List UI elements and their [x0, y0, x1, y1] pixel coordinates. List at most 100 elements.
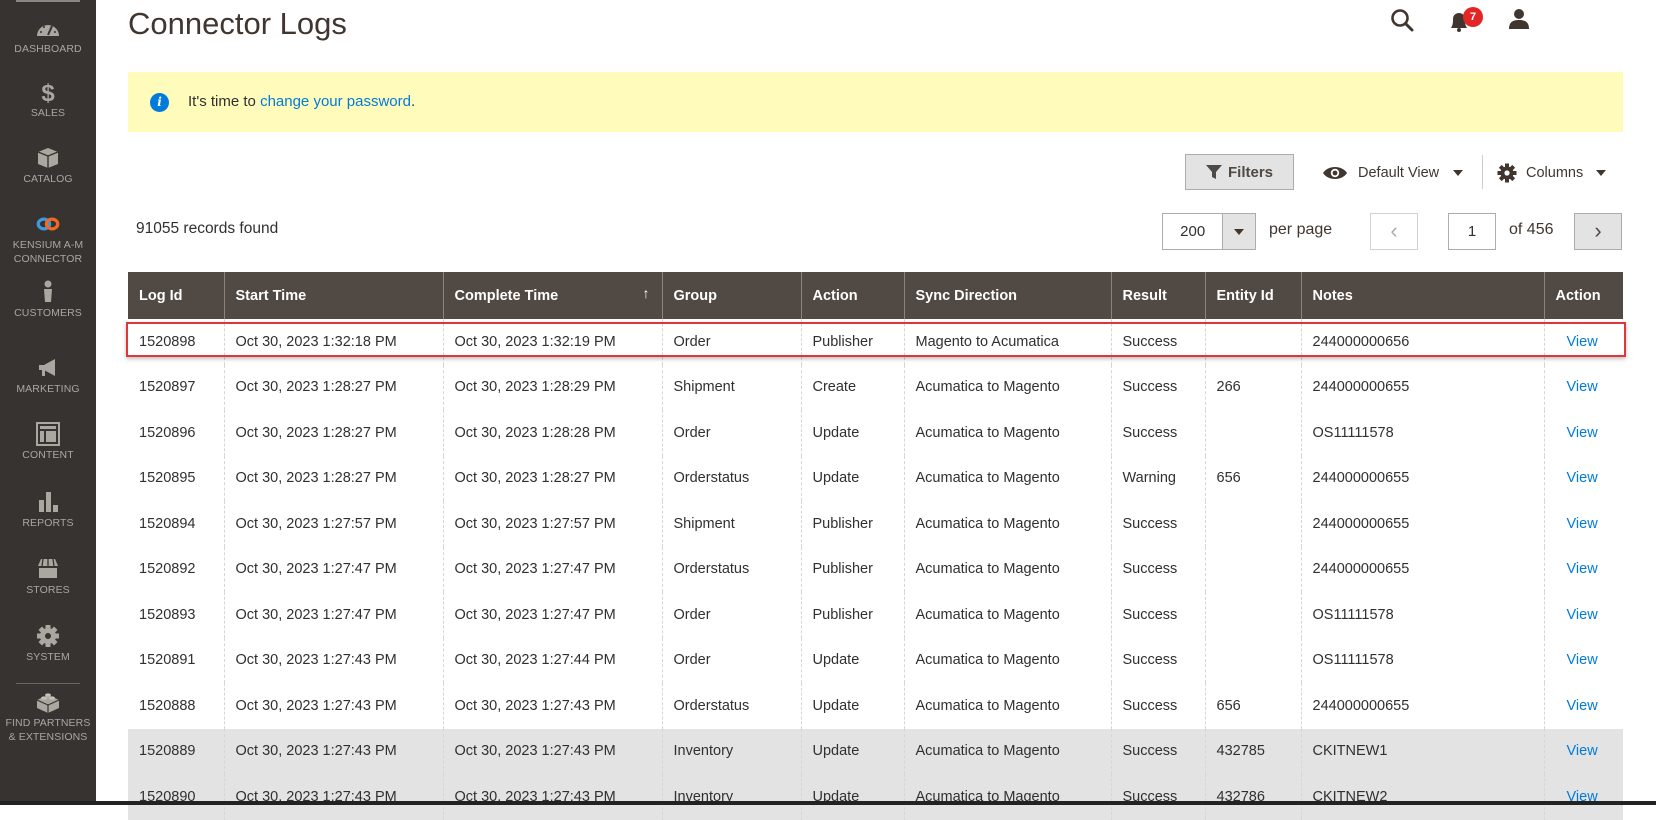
cell-view-link[interactable]: View [1543, 319, 1623, 365]
cell-complete-time: Oct 30, 2023 1:27:43 PM [442, 728, 662, 774]
sidebar-item-catalog[interactable]: CATALOG [0, 146, 96, 186]
cell-view-link[interactable]: View [1543, 637, 1623, 683]
sidebar-divider [16, 683, 80, 684]
table-row[interactable]: 1520897 Oct 30, 2023 1:28:27 PM Oct 30, 20… [128, 364, 1623, 410]
cell-complete-time: Oct 30, 2023 1:28:29 PM [442, 364, 662, 410]
table-row[interactable]: 1520888 Oct 30, 2023 1:27:43 PM Oct 30, 20… [128, 683, 1623, 729]
table-row[interactable]: 1520889 Oct 30, 2023 1:27:43 PM Oct 30, 20… [128, 728, 1623, 774]
sidebar-item-sales[interactable]: $ SALES [0, 80, 96, 120]
dollar-icon: $ [41, 80, 55, 104]
cell-view-link[interactable]: View [1543, 501, 1623, 547]
chevron-down-icon [1453, 170, 1464, 176]
column-header-entity-id[interactable]: Entity Id [1204, 272, 1301, 319]
gear-icon [37, 625, 59, 647]
sidebar-top-divider [16, 0, 80, 2]
cell-result: Success [1110, 364, 1205, 410]
sidebar-item-kensium-connector[interactable]: KENSIUM A-M CONNECTOR [0, 212, 96, 266]
current-page-input[interactable]: 1 [1448, 213, 1496, 250]
records-found-count: 91055 records found [136, 220, 279, 237]
cell-entity-id [1204, 501, 1301, 547]
table-row[interactable]: 1520893 Oct 30, 2023 1:27:47 PM Oct 30, 20… [128, 592, 1623, 638]
sidebar-item-dashboard[interactable]: DASHBOARD [0, 16, 96, 56]
cell-complete-time: Oct 30, 2023 1:27:43 PM [442, 683, 662, 729]
table-row[interactable]: 1520895 Oct 30, 2023 1:28:27 PM Oct 30, 20… [128, 455, 1623, 501]
sidebar-item-reports[interactable]: REPORTS [0, 490, 96, 530]
column-header-complete-time[interactable]: Complete Time ↑ [442, 272, 662, 319]
cell-start-time: Oct 30, 2023 1:27:43 PM [223, 637, 443, 683]
chevron-right-icon: › [1594, 218, 1602, 243]
per-page-value: 200 [1180, 223, 1206, 240]
cell-entity-id [1204, 637, 1301, 683]
cell-view-link[interactable]: View [1543, 774, 1623, 820]
default-view-label: Default View [1358, 165, 1440, 181]
columns-dropdown[interactable]: Columns [1497, 160, 1607, 186]
cell-start-time: Oct 30, 2023 1:27:47 PM [223, 592, 443, 638]
cell-notes: 244000000655 [1300, 455, 1544, 501]
column-header-sync-direction[interactable]: Sync Direction [903, 272, 1111, 319]
cell-result: Success [1110, 319, 1205, 365]
sidebar-item-label: CATALOG [23, 173, 73, 185]
column-header-log-id[interactable]: Log Id [128, 272, 224, 319]
cell-view-link[interactable]: View [1543, 546, 1623, 592]
search-icon[interactable] [1390, 8, 1416, 34]
cell-entity-id [1204, 546, 1301, 592]
column-header-action[interactable]: Action [800, 272, 904, 319]
cell-sync-direction: Acumatica to Magento [903, 592, 1111, 638]
cell-entity-id: 656 [1204, 683, 1301, 729]
column-header-group[interactable]: Group [661, 272, 801, 319]
cell-view-link[interactable]: View [1543, 592, 1623, 638]
cell-complete-time: Oct 30, 2023 1:28:27 PM [442, 455, 662, 501]
sidebar-item-content[interactable]: CONTENT [0, 422, 96, 462]
bar-chart-icon [39, 492, 58, 512]
sidebar-item-system[interactable]: SYSTEM [0, 624, 96, 664]
table-row[interactable]: 1520896 Oct 30, 2023 1:28:27 PM Oct 30, 20… [128, 410, 1623, 456]
cell-sync-direction: Acumatica to Magento [903, 637, 1111, 683]
cell-notes: 244000000655 [1300, 683, 1544, 729]
cell-view-link[interactable]: View [1543, 455, 1623, 501]
cell-action: Update [800, 774, 904, 820]
sidebar-item-customers[interactable]: CUSTOMERS [0, 280, 96, 320]
cell-result: Warning [1110, 455, 1205, 501]
cell-start-time: Oct 30, 2023 1:27:43 PM [223, 728, 443, 774]
table-row[interactable]: 1520892 Oct 30, 2023 1:27:47 PM Oct 30, 20… [128, 546, 1623, 592]
cell-start-time: Oct 30, 2023 1:27:47 PM [223, 546, 443, 592]
previous-page-button[interactable]: ‹ [1370, 213, 1418, 250]
cell-group: Order [661, 410, 801, 456]
sidebar-item-marketing[interactable]: MARKETING [0, 356, 96, 396]
table-row[interactable]: 1520894 Oct 30, 2023 1:27:57 PM Oct 30, 20… [128, 501, 1623, 547]
cell-group: Shipment [661, 364, 801, 410]
cell-group: Inventory [661, 728, 801, 774]
per-page-select[interactable]: 200 [1162, 213, 1256, 250]
notice-message: It's time to change your password. [188, 93, 416, 110]
filters-button[interactable]: Filters [1185, 154, 1294, 190]
cell-log-id: 1520888 [139, 697, 196, 714]
cell-log-id: 1520889 [128, 728, 224, 774]
person-icon [44, 280, 52, 302]
table-row[interactable]: 1520898 Oct 30, 2023 1:32:18 PM Oct 30, 20… [128, 319, 1623, 365]
column-header-notes[interactable]: Notes [1300, 272, 1544, 319]
per-page-dropdown-toggle[interactable] [1222, 214, 1255, 249]
cell-view-link[interactable]: View [1543, 683, 1623, 729]
notification-count-badge[interactable]: 7 [1463, 7, 1483, 27]
info-icon: i [150, 93, 169, 112]
cell-view-link[interactable]: View [1543, 364, 1623, 410]
chevron-down-icon [1234, 228, 1245, 235]
column-header-start-time[interactable]: Start Time [223, 272, 443, 319]
column-header-result[interactable]: Result [1110, 272, 1205, 319]
cell-view-link[interactable]: View [1543, 728, 1623, 774]
default-view-dropdown[interactable]: Default View [1322, 160, 1464, 186]
cell-log-id: 1520891 [139, 652, 196, 669]
window-bottom-edge [0, 801, 1656, 805]
cell-action: Publisher [800, 319, 904, 365]
sidebar-item-stores[interactable]: STORES [0, 557, 96, 597]
user-account-icon[interactable] [1507, 7, 1531, 31]
change-password-link[interactable]: change your password [260, 93, 411, 110]
sidebar-item-find-partners[interactable]: FIND PARTNERS & EXTENSIONS [0, 690, 96, 744]
table-row[interactable]: 1520890 Oct 30, 2023 1:27:43 PM Oct 30, 20… [128, 774, 1623, 820]
cell-log-id: 1520894 [139, 515, 196, 532]
cell-action: Update [800, 637, 904, 683]
cell-view-link[interactable]: View [1543, 410, 1623, 456]
next-page-button[interactable]: › [1574, 213, 1622, 250]
table-row[interactable]: 1520891 Oct 30, 2023 1:27:43 PM Oct 30, 20… [128, 637, 1623, 683]
cell-result: Success [1110, 728, 1205, 774]
